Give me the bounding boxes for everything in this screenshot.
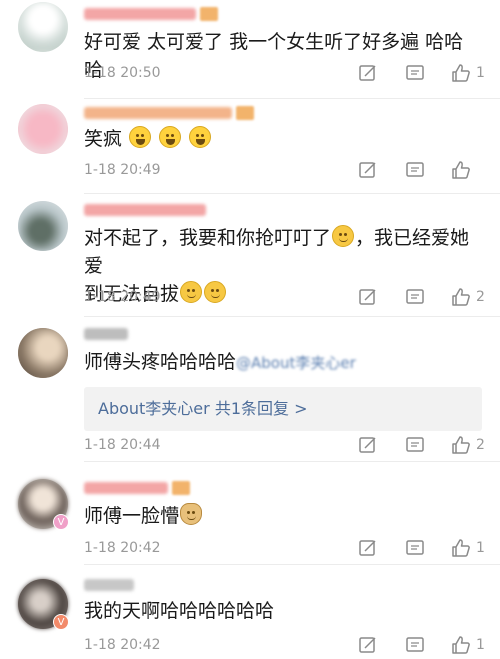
- repost-icon[interactable]: [358, 435, 380, 455]
- comment-time: 1-18 20:49: [84, 289, 161, 305]
- avatar[interactable]: [18, 201, 68, 251]
- comment-meta: 1-18 20:44 2: [84, 435, 485, 455]
- like-count: 1: [476, 540, 485, 556]
- repost-icon[interactable]: [358, 635, 380, 655]
- verified-badge-icon: V: [53, 614, 69, 630]
- comment-item: 好可爱 太可爱了 我一个女生听了好多遍 哈哈哈 1-18 20:50 1: [0, 0, 500, 100]
- comment-text-part: 对不起了，我要和你抢叮叮了: [84, 227, 332, 249]
- avatar[interactable]: [18, 328, 68, 378]
- repost-icon[interactable]: [358, 63, 380, 83]
- laugh-emoji: [159, 126, 182, 148]
- doge-emoji: [180, 503, 203, 525]
- comment-meta: 1-18 20:49: [84, 160, 482, 180]
- comment-meta: 1-18 20:42 1: [84, 635, 485, 655]
- comment-icon[interactable]: [405, 435, 427, 455]
- comment-item: V 我的天啊哈哈哈哈哈哈 1-18 20:42 1: [0, 565, 500, 659]
- avatar[interactable]: V: [18, 579, 69, 630]
- like-icon[interactable]: [451, 635, 473, 655]
- like-icon[interactable]: [451, 63, 473, 83]
- comment-icon[interactable]: [405, 635, 427, 655]
- laugh-emoji: [129, 126, 152, 148]
- comment-text: 笑疯: [84, 125, 482, 153]
- like-count: 2: [476, 289, 485, 305]
- comment-icon[interactable]: [405, 538, 427, 558]
- comment-icon[interactable]: [405, 160, 427, 180]
- comment-icon[interactable]: [405, 287, 427, 307]
- repost-icon[interactable]: [358, 538, 380, 558]
- comment-meta: 1-18 20:42 1: [84, 538, 485, 558]
- comment-meta: 1-18 20:50 1: [84, 63, 485, 83]
- comment-meta: 1-18 20:49 2: [84, 287, 485, 307]
- avatar[interactable]: V: [18, 479, 69, 530]
- avatar[interactable]: [18, 2, 68, 52]
- comment-text: 我的天啊哈哈哈哈哈哈: [84, 600, 275, 622]
- mention-link[interactable]: @About李夹心er: [236, 354, 356, 372]
- comment-item: 笑疯 1-18 20:49: [0, 99, 500, 195]
- like-icon[interactable]: [451, 435, 473, 455]
- comment-time: 1-18 20:44: [84, 437, 161, 453]
- verified-badge-icon: V: [53, 514, 69, 530]
- repost-icon[interactable]: [358, 160, 380, 180]
- username[interactable]: [84, 577, 134, 593]
- comment-time: 1-18 20:49: [84, 162, 161, 178]
- like-count: 1: [476, 637, 485, 653]
- comment-item: V 师傅一脸懵 1-18 20:42 1: [0, 462, 500, 566]
- like-count: 1: [476, 65, 485, 81]
- username[interactable]: [84, 480, 190, 496]
- like-icon[interactable]: [451, 287, 473, 307]
- comment-text-content: 师傅头疼哈哈哈哈: [84, 351, 237, 373]
- username[interactable]: [84, 6, 218, 22]
- smile-emoji: [332, 225, 355, 247]
- comment-text-content: 笑疯: [84, 128, 123, 150]
- comment-text: 师傅一脸懵: [84, 502, 482, 530]
- comment-icon[interactable]: [405, 63, 427, 83]
- laugh-emoji: [189, 126, 212, 148]
- like-icon[interactable]: [451, 160, 473, 180]
- username[interactable]: [84, 202, 206, 218]
- reply-summary[interactable]: About李夹心er 共1条回复 >: [84, 387, 482, 431]
- like-count: 2: [476, 437, 485, 453]
- username[interactable]: [84, 105, 254, 121]
- comment-time: 1-18 20:42: [84, 637, 161, 653]
- comment-text-content: 师傅一脸懵: [84, 505, 180, 527]
- comment-text: 师傅头疼哈哈哈哈@About李夹心er: [84, 348, 482, 377]
- comment-item: 师傅头疼哈哈哈哈@About李夹心er About李夹心er 共1条回复 > 1…: [0, 317, 500, 463]
- comment-time: 1-18 20:50: [84, 65, 161, 81]
- comment-time: 1-18 20:42: [84, 540, 161, 556]
- comment-item: 对不起了，我要和你抢叮叮了 ，我已经爱她爱 到无法自拔 1-18 20:49 2: [0, 194, 500, 318]
- repost-icon[interactable]: [358, 287, 380, 307]
- username[interactable]: [84, 326, 128, 342]
- avatar[interactable]: [18, 104, 68, 154]
- like-icon[interactable]: [451, 538, 473, 558]
